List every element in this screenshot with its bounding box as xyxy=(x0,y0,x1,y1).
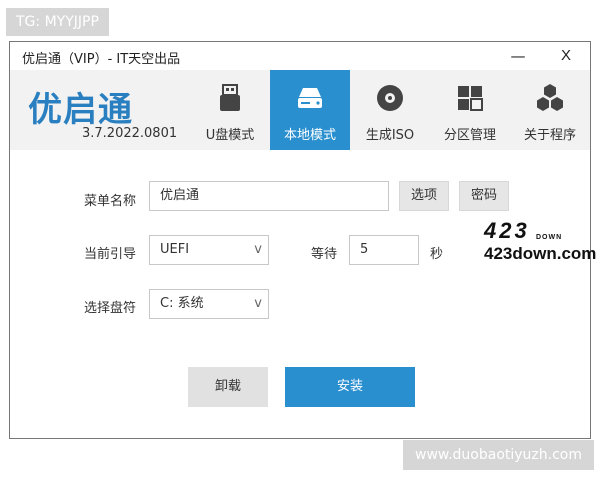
about-cubes-icon xyxy=(537,84,563,111)
version-label: 3.7.2022.0801 xyxy=(82,126,178,141)
install-button[interactable]: 安装 xyxy=(285,367,415,407)
watermark-bottom: www.duobaotiyuzh.com xyxy=(403,440,594,470)
disk-select[interactable]: C: 系统 v xyxy=(149,289,269,319)
tab-generate-iso[interactable]: 生成ISO xyxy=(350,70,430,150)
minimize-button[interactable]: — xyxy=(506,45,530,67)
disk-label: 选择盘符 xyxy=(84,301,137,316)
disc-icon xyxy=(377,85,403,111)
boot-select[interactable]: UEFI v xyxy=(149,235,269,265)
menu-name-label: 菜单名称 xyxy=(84,194,137,209)
partition-grid-icon xyxy=(458,86,483,111)
brand-logo-423down: 423 DOWN 423down.com xyxy=(482,218,596,270)
tab-about-label: 关于程序 xyxy=(523,128,576,143)
wait-input[interactable]: 5 xyxy=(349,235,419,265)
brand-number: 423 xyxy=(484,218,530,243)
tab-usb-mode[interactable]: U盘模式 xyxy=(190,70,270,150)
disk-select-value: C: 系统 xyxy=(160,296,204,311)
tab-partition-manager-label: 分区管理 xyxy=(443,128,496,143)
boot-select-value: UEFI xyxy=(160,242,190,257)
tab-local-mode[interactable]: 本地模式 xyxy=(270,70,350,150)
wait-label: 等待 xyxy=(311,247,338,262)
watermark-top: TG: MYYJJPP xyxy=(6,8,109,36)
chevron-down-icon: v xyxy=(254,296,262,311)
uninstall-button[interactable]: 卸载 xyxy=(188,367,268,407)
brand-down: DOWN xyxy=(536,234,563,241)
tab-local-mode-label: 本地模式 xyxy=(283,128,336,143)
boot-label: 当前引导 xyxy=(84,247,137,262)
title-bar: 优启通（VIP）- IT天空出品 — X xyxy=(10,42,590,70)
tab-usb-mode-label: U盘模式 xyxy=(205,128,255,143)
password-button[interactable]: 密码 xyxy=(459,181,509,211)
usb-drive-icon xyxy=(220,84,240,111)
brand-url: 423down.com xyxy=(484,244,597,263)
options-button[interactable]: 选项 xyxy=(399,181,449,211)
tab-generate-iso-label: 生成ISO xyxy=(365,128,415,143)
tab-about[interactable]: 关于程序 xyxy=(510,70,590,150)
wait-unit-label: 秒 xyxy=(430,247,444,262)
menu-name-input[interactable]: 优启通 xyxy=(149,181,389,211)
window-title: 优启通（VIP）- IT天空出品 xyxy=(22,52,181,67)
tab-partition-manager[interactable]: 分区管理 xyxy=(430,70,510,150)
chevron-down-icon: v xyxy=(254,242,262,257)
close-button[interactable]: X xyxy=(554,45,578,67)
header-toolbar: 优启通 3.7.2022.0801 U盘模式 本地模式 生成ISO 分区管理 关… xyxy=(10,70,590,150)
hard-drive-icon xyxy=(298,88,322,108)
app-logo: 优启通 xyxy=(28,91,133,129)
